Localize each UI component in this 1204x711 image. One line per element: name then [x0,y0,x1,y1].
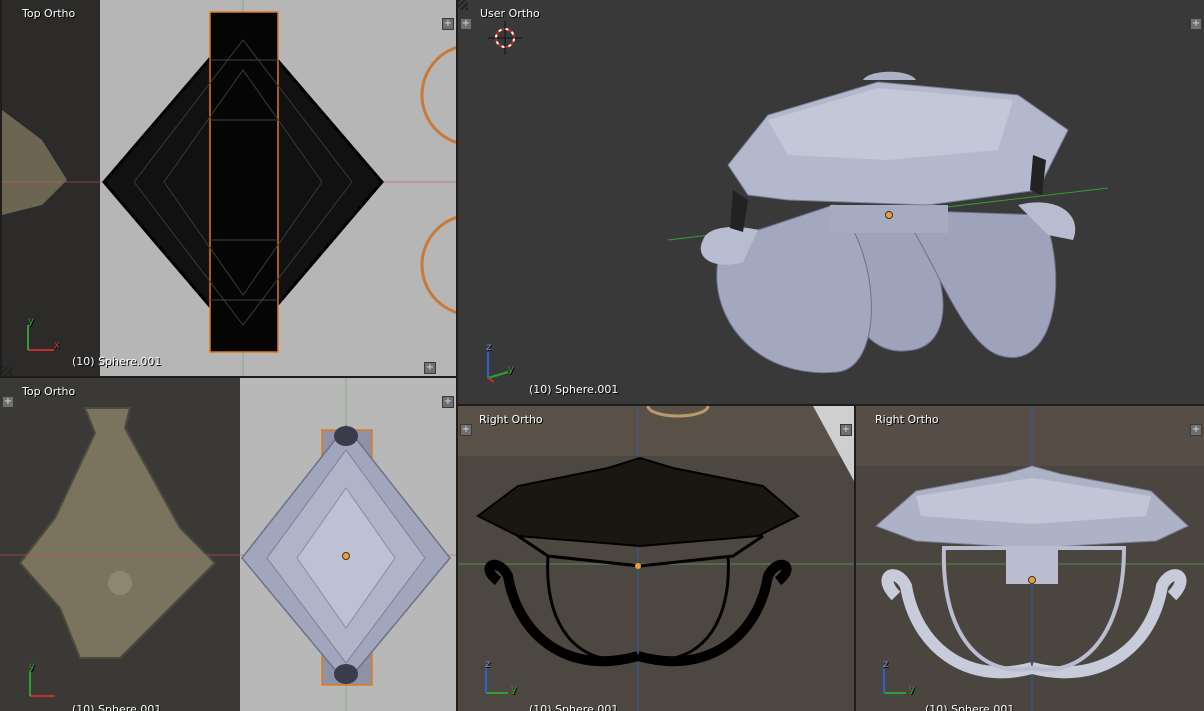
axis-y-label: y [511,684,517,695]
axis-y-label: y [909,684,915,695]
viewport-top-left[interactable]: x y Top Ortho (10) Sphere.001 + + [2,0,456,376]
viewport-title: Top Ortho [22,385,76,398]
split-plus-icon[interactable]: + [2,396,14,408]
axis-z-label: z [485,659,491,670]
viewport-user-ortho-scene [487,21,1109,383]
viewport-resize-handle[interactable] [458,0,468,10]
viewport-top-left-scene [2,0,456,376]
active-object-label: (10) Sphere.001 [925,703,1015,711]
axis-y-label: y [508,364,514,375]
split-plus-icon[interactable]: + [840,424,852,436]
split-plus-icon[interactable]: + [442,396,454,408]
split-plus-icon[interactable]: + [460,18,472,30]
reference-circle [420,46,456,144]
viewport-right-ortho-wire-scene [458,406,854,711]
ring-solid-model [700,71,1076,374]
axis-y-label: y [29,661,35,672]
split-plus-icon[interactable]: + [460,424,472,436]
axis-z-label: z [883,659,889,670]
axis-gizmo [487,352,509,383]
3d-cursor[interactable] [488,21,522,55]
viewport-bottom-left-scene [0,378,456,711]
viewport-title: User Ortho [480,7,540,20]
viewport-title: Right Ortho [479,413,543,426]
viewport-title: Top Ortho [22,7,76,20]
split-plus-icon[interactable]: + [424,362,436,374]
object-origin [885,211,893,219]
axis-y-label: y [28,316,34,327]
active-object-label: (10) Sphere.001 [72,703,162,711]
active-object-label: (10) Sphere.001 [72,355,162,368]
viewport-bottom-left[interactable]: y Top Ortho (10) Sphere.001 + + [0,378,456,711]
split-plus-icon[interactable]: + [442,18,454,30]
active-object-label: (10) Sphere.001 [529,703,619,711]
reference-circle [420,216,456,314]
axis-x-label: x [54,340,60,351]
ring-top-solid [241,424,451,686]
axis-z-label: z [486,342,492,353]
viewport-title: Right Ortho [875,413,939,426]
ring-wireframe [102,11,384,353]
viewport-right-ortho-wire[interactable]: z y Right Ortho (10) Sphere.001 + + [458,406,854,711]
viewport-user-ortho[interactable]: z y User Ortho (10) Sphere.001 + + [458,0,1204,404]
split-plus-icon[interactable]: + [1190,18,1202,30]
split-plus-icon[interactable]: + [1190,424,1202,436]
viewport-resize-handle[interactable] [2,366,12,376]
active-object-label: (10) Sphere.001 [529,383,619,396]
viewport-right-ortho-solid[interactable]: z y Right Ortho (10) Sphere.001 + [856,406,1204,711]
viewport-right-ortho-solid-scene [856,406,1204,711]
